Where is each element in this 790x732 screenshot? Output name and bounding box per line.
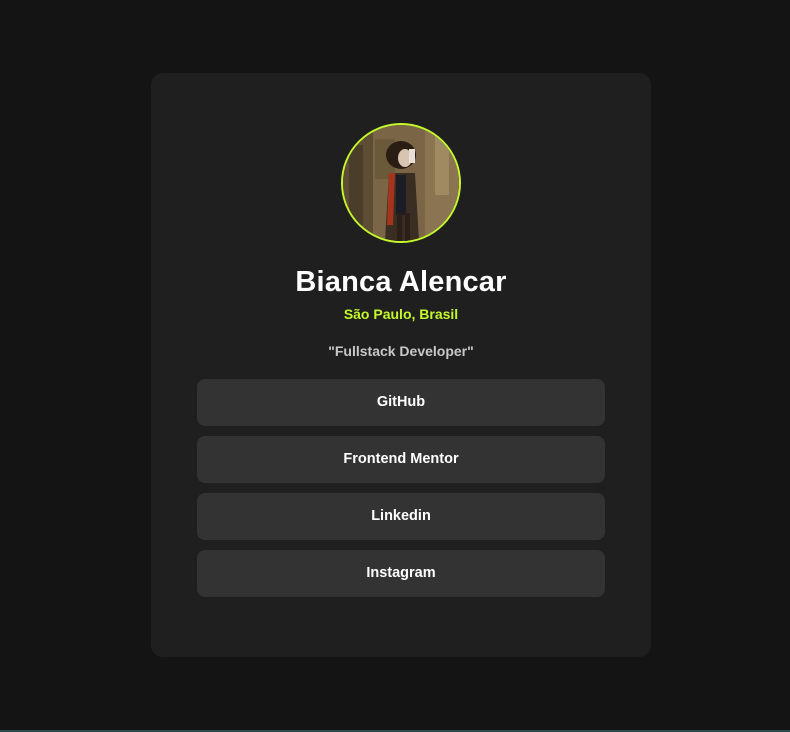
social-links: GitHub Frontend Mentor Linkedin Instagra… <box>197 379 605 607</box>
profile-bio: "Fullstack Developer" <box>328 343 474 359</box>
avatar <box>341 123 461 243</box>
instagram-link-button[interactable]: Instagram <box>197 550 605 597</box>
profile-location: São Paulo, Brasil <box>343 306 459 322</box>
github-link-button[interactable]: GitHub <box>197 379 605 426</box>
profile-card: Bianca Alencar São Paulo, Brasil "Fullst… <box>151 73 651 657</box>
linkedin-link-button[interactable]: Linkedin <box>197 493 605 540</box>
frontend-mentor-link-button[interactable]: Frontend Mentor <box>197 436 605 483</box>
profile-name: Bianca Alencar <box>295 266 507 298</box>
avatar-photo <box>343 125 459 241</box>
